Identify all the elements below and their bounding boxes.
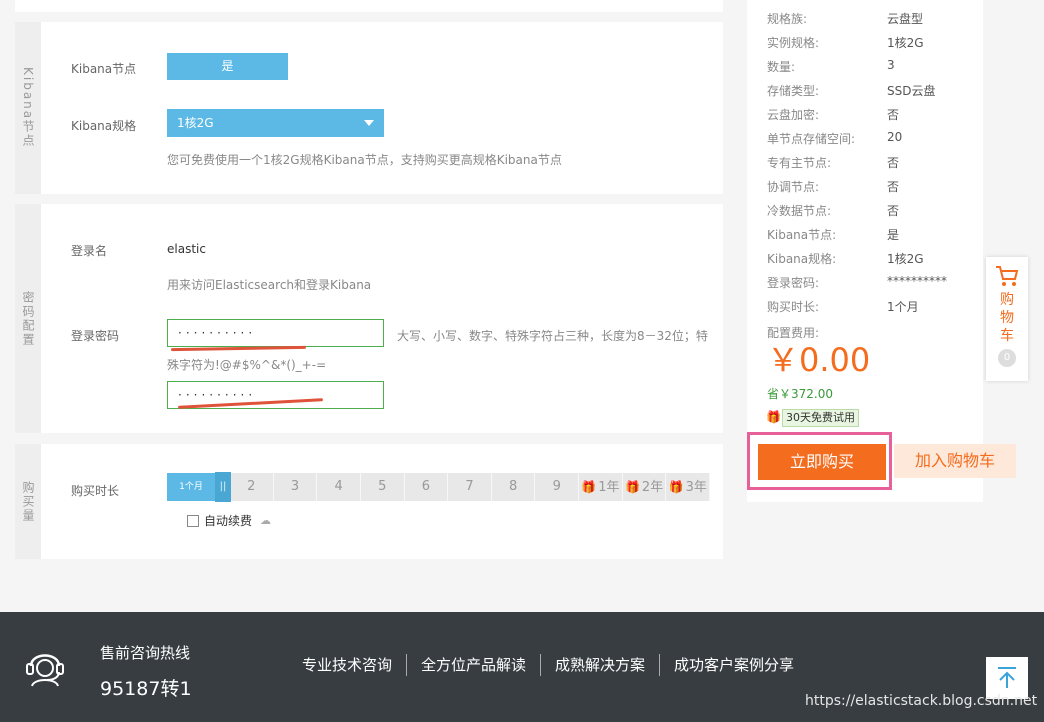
summary-key: 规格族: <box>767 12 808 26</box>
hotline-label: 售前咨询热线 <box>100 644 191 662</box>
customer-service-icon <box>26 654 64 687</box>
password-label: 登录密码 <box>71 329 120 343</box>
chevron-down-icon <box>364 120 374 126</box>
summary-key: 购买时长: <box>767 300 820 314</box>
purchase-section: 购买量 <box>15 444 723 559</box>
summary-value: 1核2G <box>887 36 924 50</box>
duration-option-2-year[interactable]: 🎁 2年 <box>623 473 667 501</box>
price-value: ￥0.00 <box>767 341 871 379</box>
buy-now-button[interactable]: 立即购买 <box>758 444 886 480</box>
summary-key: 冷数据节点: <box>767 204 832 218</box>
auto-renew[interactable]: 自动续费 ☁ <box>187 512 271 529</box>
gift-icon: 🎁 <box>624 480 640 494</box>
auto-renew-checkbox[interactable] <box>187 514 199 527</box>
summary-value: 否 <box>887 108 900 122</box>
summary-value: 云盘型 <box>887 12 924 26</box>
summary-key: 专有主节点: <box>767 156 832 170</box>
summary-value: ********** <box>887 274 947 288</box>
duration-option-1-month[interactable]: 1个月 <box>167 473 216 501</box>
duration-option-5[interactable]: 5 <box>361 473 405 501</box>
summary-key: 协调节点: <box>767 180 820 194</box>
duration-option-6[interactable]: 6 <box>405 473 449 501</box>
password-rule-line2: 殊字符为!@#$%^&*()_+-= <box>167 358 327 372</box>
gift-icon: 🎁 <box>581 480 597 494</box>
password-rule-line1: 大写、小写、数字、特殊字符占三种，长度为8－32位；特 <box>397 329 708 343</box>
kibana-section-label: Kibana节点 <box>15 22 41 194</box>
auto-renew-label: 自动续费 <box>204 514 253 528</box>
summary-value: 否 <box>887 204 900 218</box>
summary-value: 20 <box>887 130 903 144</box>
gift-icon: 🎁 <box>766 410 781 424</box>
duration-option-3[interactable]: 3 <box>274 473 318 501</box>
kibana-spec-label: Kibana规格 <box>71 119 137 133</box>
login-name-value: elastic <box>167 242 206 256</box>
add-to-cart-button[interactable]: 加入购物车 <box>894 444 1016 478</box>
cart-count-badge: 0 <box>998 349 1016 367</box>
password-section-label: 密码配置 <box>15 204 41 433</box>
previous-section-panel <box>15 0 723 12</box>
kibana-spec-value: 1核2G <box>177 116 214 130</box>
summary-key: Kibana规格: <box>767 252 837 266</box>
watermark-url: https://elasticstack.blog.csdn.net <box>805 693 1038 709</box>
fee-label: 配置费用: <box>767 326 820 340</box>
summary-value: 是 <box>887 228 900 242</box>
password-input[interactable]: ·········· <box>167 319 384 347</box>
hotline-number: 95187转1 <box>100 678 192 700</box>
duration-slider-handle[interactable]: || <box>215 472 231 502</box>
floating-cart-label: 购物车 <box>1000 292 1014 344</box>
kibana-section: Kibana节点 <box>15 22 723 194</box>
summary-value: 1个月 <box>887 300 919 314</box>
summary-key: 存储类型: <box>767 84 820 98</box>
summary-value: 3 <box>887 58 895 72</box>
kibana-node-yes-button[interactable]: 是 <box>167 53 288 80</box>
duration-option-4[interactable]: 4 <box>317 473 361 501</box>
duration-option-1-year[interactable]: 🎁 1年 <box>579 473 623 501</box>
footer-links: 专业技术咨询 全方位产品解读 成熟解决方案 成功客户案例分享 <box>302 654 808 676</box>
summary-value: 1核2G <box>887 252 924 266</box>
summary-key: 单节点存储空间: <box>767 132 856 146</box>
duration-slider[interactable]: 1个月 2 3 4 5 6 7 8 9 🎁 1年 🎁 2年 🎁 3年 <box>167 473 711 501</box>
duration-option-9[interactable]: 9 <box>535 473 580 501</box>
login-name-hint: 用来访问Elasticsearch和登录Kibana <box>167 278 372 292</box>
free-trial-badge: 30天免费试用 <box>782 409 859 427</box>
purchase-section-label: 购买量 <box>15 444 41 559</box>
summary-key: 实例规格: <box>767 36 820 50</box>
summary-key: 数量: <box>767 60 796 74</box>
duration-option-3-year[interactable]: 🎁 3年 <box>666 473 711 501</box>
cloud-icon: ☁ <box>260 514 272 527</box>
save-amount: 省￥372.00 <box>767 387 833 401</box>
kibana-node-label: Kibana节点 <box>71 62 137 76</box>
duration-label: 购买时长 <box>71 484 120 498</box>
floating-cart[interactable]: 购物车 0 <box>986 257 1028 381</box>
shopping-cart-icon <box>996 266 1019 286</box>
footer-link-solutions[interactable]: 成熟解决方案 <box>540 654 659 676</box>
duration-option-8[interactable]: 8 <box>492 473 536 501</box>
summary-key: 云盘加密: <box>767 108 820 122</box>
kibana-spec-select[interactable]: 1核2G <box>167 109 384 137</box>
duration-option-7[interactable]: 7 <box>448 473 492 501</box>
footer-link-product[interactable]: 全方位产品解读 <box>406 654 540 676</box>
footer-link-cases[interactable]: 成功客户案例分享 <box>659 654 808 676</box>
login-name-label: 登录名 <box>71 244 108 258</box>
summary-value: 否 <box>887 180 900 194</box>
summary-value: SSD云盘 <box>887 84 936 98</box>
summary-value: 否 <box>887 156 900 170</box>
summary-key: 登录密码: <box>767 276 820 290</box>
arrow-up-icon <box>998 667 1016 688</box>
kibana-hint: 您可免费使用一个1核2G规格Kibana节点，支持购买更高规格Kibana节点 <box>167 153 562 167</box>
gift-icon: 🎁 <box>668 480 684 494</box>
footer-link-consulting[interactable]: 专业技术咨询 <box>302 654 406 676</box>
summary-key: Kibana节点: <box>767 228 837 242</box>
